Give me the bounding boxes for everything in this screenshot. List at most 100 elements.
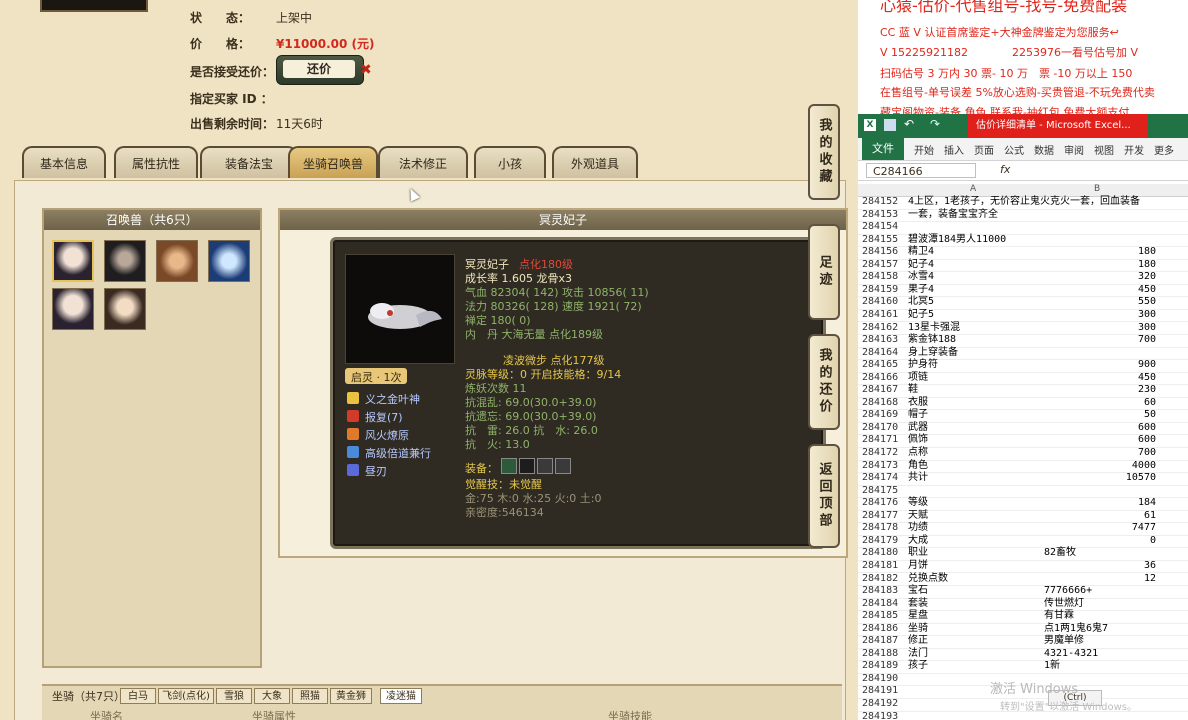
row-number[interactable]: 284160 <box>862 296 902 309</box>
tab-spell-fix[interactable]: 法术修正 <box>378 146 468 178</box>
cell-a[interactable]: 星盘 <box>908 610 928 623</box>
cell-a[interactable]: 身上穿装备 <box>908 347 958 360</box>
cell-b[interactable]: 12 <box>1144 573 1156 586</box>
sheet-row[interactable]: 284178 功绩 7477 <box>858 522 1188 536</box>
sheet-row[interactable]: 284176 等级 184 <box>858 497 1188 511</box>
sheet-row[interactable]: 284162 13星卡强混 300 <box>858 322 1188 336</box>
column-b-header[interactable]: B <box>1094 184 1100 194</box>
cell-a[interactable]: 帽子 <box>908 409 928 422</box>
cell-a[interactable]: 碧波潭184男人11000 <box>908 234 1006 247</box>
cell-a[interactable]: 天赋 <box>908 510 928 523</box>
cell-a[interactable]: 精卫4 <box>908 246 934 259</box>
cell-a[interactable]: 点称 <box>908 447 928 460</box>
summon-thumbnail[interactable] <box>52 288 94 330</box>
sheet-row[interactable]: 284152 4上区，1老孩子，无价容止鬼火克火一套，回血装备 <box>858 196 1188 210</box>
summon-thumbnail[interactable] <box>52 240 94 282</box>
cell-a[interactable]: 冰雪4 <box>908 271 934 284</box>
mount-tab[interactable]: 雪狼 <box>216 688 252 704</box>
tab-children[interactable]: 小孩 <box>474 146 546 178</box>
sheet-row[interactable]: 284163 紫金钵188 700 <box>858 334 1188 348</box>
row-number[interactable]: 284188 <box>862 648 902 661</box>
row-number[interactable]: 284166 <box>862 372 902 385</box>
cell-a[interactable]: 妃子4 <box>908 259 934 272</box>
equip-slot-icon[interactable] <box>537 458 553 474</box>
row-number[interactable]: 284191 <box>862 685 902 698</box>
row-number[interactable]: 284180 <box>862 547 902 560</box>
row-number[interactable]: 284158 <box>862 271 902 284</box>
cell-a[interactable]: 兑换点数 <box>908 573 948 586</box>
sheet-row[interactable]: 284187 修正 男魔单修 <box>858 635 1188 649</box>
row-number[interactable]: 284165 <box>862 359 902 372</box>
cell-b[interactable]: 300 <box>1138 309 1156 322</box>
row-number[interactable]: 284164 <box>862 347 902 360</box>
cell-b[interactable]: 450 <box>1138 372 1156 385</box>
cell-b[interactable]: 7477 <box>1132 522 1156 535</box>
cell-a[interactable]: 孩子 <box>908 660 928 673</box>
row-number[interactable]: 284172 <box>862 447 902 460</box>
mount-tab[interactable]: 黄金狮 <box>330 688 372 704</box>
summon-thumbnail[interactable] <box>208 240 250 282</box>
cell-a[interactable]: 项链 <box>908 372 928 385</box>
row-number[interactable]: 284176 <box>862 497 902 510</box>
cell-a[interactable]: 紫金钵188 <box>908 334 956 347</box>
sheet-row[interactable]: 284185 星盘 有甘霖 <box>858 610 1188 624</box>
cell-b[interactable]: 450 <box>1138 284 1156 297</box>
equip-slot-icon[interactable] <box>519 458 535 474</box>
cell-a[interactable]: 武器 <box>908 422 928 435</box>
summon-thumbnail[interactable] <box>156 240 198 282</box>
ribbon-tab[interactable]: 开发 <box>1124 142 1144 157</box>
row-number[interactable]: 284153 <box>862 209 902 222</box>
row-number[interactable]: 284162 <box>862 322 902 335</box>
mount-tab[interactable]: 大象 <box>254 688 290 704</box>
cell-b[interactable]: 180 <box>1138 259 1156 272</box>
sheet-row[interactable]: 284160 北冥5 550 <box>858 296 1188 310</box>
row-number[interactable]: 284156 <box>862 246 902 259</box>
row-number[interactable]: 284154 <box>862 221 902 234</box>
row-number[interactable]: 284178 <box>862 522 902 535</box>
cell-b[interactable]: 4321-4321 <box>1044 648 1098 661</box>
cell-a[interactable]: 共计 <box>908 472 928 485</box>
sheet-row[interactable]: 284189 孩子 1新 <box>858 660 1188 674</box>
cell-b[interactable]: 传世燃灯 <box>1044 598 1084 611</box>
ribbon-tab[interactable]: 审阅 <box>1064 142 1084 157</box>
tab-equipment[interactable]: 装备法宝 <box>200 146 298 178</box>
cell-b[interactable]: 1新 <box>1044 660 1060 673</box>
skill-icon[interactable] <box>347 446 359 458</box>
ribbon-tab[interactable]: 更多 <box>1154 142 1174 157</box>
row-number[interactable]: 284187 <box>862 635 902 648</box>
row-number[interactable]: 284179 <box>862 535 902 548</box>
back-to-top-button[interactable]: 返回顶部 <box>808 444 840 548</box>
cell-a[interactable]: 等级 <box>908 497 928 510</box>
skill-icon[interactable] <box>347 428 359 440</box>
cell-a[interactable]: 功绩 <box>908 522 928 535</box>
save-icon[interactable] <box>884 119 896 131</box>
row-number[interactable]: 284167 <box>862 384 902 397</box>
cell-a[interactable]: 大成 <box>908 535 928 548</box>
counter-offer-button[interactable]: 还价 <box>276 55 364 85</box>
cell-a[interactable]: 鞋 <box>908 384 918 397</box>
ribbon-tab[interactable]: 插入 <box>944 142 964 157</box>
row-number[interactable]: 284170 <box>862 422 902 435</box>
cell-a[interactable]: 法门 <box>908 648 928 661</box>
sheet-row[interactable]: 284182 兑换点数 12 <box>858 573 1188 587</box>
skill-icon[interactable] <box>347 410 359 422</box>
name-box[interactable]: C284166 <box>866 163 976 178</box>
cell-b[interactable]: 有甘霖 <box>1044 610 1074 623</box>
row-number[interactable]: 284173 <box>862 460 902 473</box>
cell-a[interactable]: 套装 <box>908 598 928 611</box>
cell-b[interactable]: 600 <box>1138 422 1156 435</box>
row-number[interactable]: 284163 <box>862 334 902 347</box>
summon-thumbnail[interactable] <box>104 240 146 282</box>
cell-a[interactable]: 佩饰 <box>908 434 928 447</box>
row-number[interactable]: 284186 <box>862 623 902 636</box>
mount-tab[interactable]: 凌迷猫 <box>380 688 422 704</box>
ribbon-tab[interactable]: 页面 <box>974 142 994 157</box>
sheet-row[interactable]: 284156 精卫4 180 <box>858 246 1188 260</box>
tab-mounts-summons[interactable]: 坐骑召唤兽 <box>288 146 378 178</box>
cell-b[interactable]: 4000 <box>1132 460 1156 473</box>
cell-b[interactable]: 男魔单修 <box>1044 635 1084 648</box>
row-number[interactable]: 284182 <box>862 573 902 586</box>
row-number[interactable]: 284175 <box>862 485 902 498</box>
mount-tab[interactable]: 白马 <box>120 688 156 704</box>
row-number[interactable]: 284184 <box>862 598 902 611</box>
